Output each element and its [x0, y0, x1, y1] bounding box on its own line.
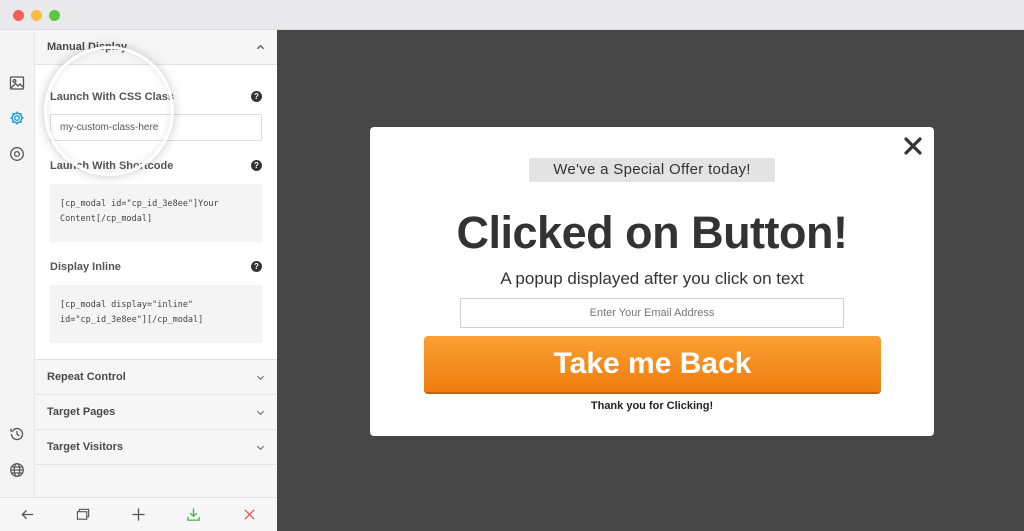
add-icon	[132, 508, 145, 521]
popup-modal: We've a Special Offer today! Clicked on …	[370, 127, 934, 436]
window-close-button[interactable]	[13, 10, 24, 21]
css-class-input[interactable]: my-custom-class-here	[50, 114, 262, 141]
launch-css-label: Launch With CSS Class ?	[50, 89, 262, 105]
chevron-down-icon	[256, 445, 265, 451]
manual-display-title: Manual Display	[47, 41, 128, 53]
globe-icon[interactable]	[8, 461, 26, 479]
save-button[interactable]	[184, 505, 204, 525]
repeat-control-header[interactable]: Repeat Control	[35, 360, 277, 395]
preview-icon	[76, 508, 89, 520]
help-icon[interactable]: ?	[251, 261, 262, 272]
window-maximize-button[interactable]	[49, 10, 60, 21]
inline-code-block[interactable]: [cp_modal display="inline" id="cp_id_3e8…	[50, 285, 262, 343]
close-button[interactable]	[239, 505, 259, 525]
window-minimize-button[interactable]	[31, 10, 42, 21]
manual-display-body: Launch With CSS Class ? my-custom-class-…	[35, 65, 277, 360]
add-button[interactable]	[128, 505, 148, 525]
history-icon[interactable]	[8, 425, 26, 443]
window-titlebar	[0, 0, 1024, 30]
back-button[interactable]	[18, 505, 38, 525]
launch-shortcode-label: Launch With Shortcode ?	[50, 158, 262, 174]
close-icon	[244, 509, 255, 520]
launch-shortcode-label-text: Launch With Shortcode	[50, 160, 174, 172]
preview-canvas: We've a Special Offer today! Clicked on …	[277, 30, 1024, 531]
chevron-down-icon	[256, 410, 265, 416]
help-icon[interactable]: ?	[251, 160, 262, 171]
email-field[interactable]: Enter Your Email Address	[460, 298, 844, 328]
take-me-back-button[interactable]: Take me Back	[424, 336, 881, 392]
gear-icon[interactable]	[8, 109, 26, 127]
chevron-down-icon	[256, 375, 265, 381]
target-pages-header[interactable]: Target Pages	[35, 395, 277, 430]
icon-rail	[0, 30, 35, 497]
display-inline-label: Display Inline ?	[50, 259, 262, 275]
offer-badge: We've a Special Offer today!	[529, 158, 775, 182]
shortcode-code-block[interactable]: [cp_modal id="cp_id_3e8ee"]Your Content[…	[50, 184, 262, 242]
thanks-text: Thank you for Clicking!	[590, 400, 714, 412]
chevron-up-icon	[256, 44, 265, 50]
target-icon[interactable]	[8, 145, 26, 163]
preview-button[interactable]	[73, 505, 93, 525]
launch-css-label-text: Launch With CSS Class	[50, 91, 174, 103]
display-inline-label-text: Display Inline	[50, 261, 121, 273]
image-icon[interactable]	[8, 74, 26, 92]
help-icon[interactable]: ?	[251, 91, 262, 102]
popup-subheading: A popup displayed after you click on tex…	[500, 269, 804, 288]
target-pages-title: Target Pages	[47, 406, 116, 418]
repeat-control-title: Repeat Control	[47, 371, 126, 383]
popup-headline: Clicked on Button!	[456, 207, 848, 258]
settings-panel: Manual Display Launch With CSS Class ? m…	[35, 30, 277, 497]
popup-close-icon[interactable]	[902, 135, 924, 157]
target-visitors-title: Target Visitors	[47, 441, 124, 453]
save-icon	[187, 508, 201, 521]
bottom-toolbar	[0, 497, 277, 531]
manual-display-header[interactable]: Manual Display	[35, 30, 277, 65]
back-icon	[21, 509, 34, 520]
target-visitors-header[interactable]: Target Visitors	[35, 430, 277, 465]
